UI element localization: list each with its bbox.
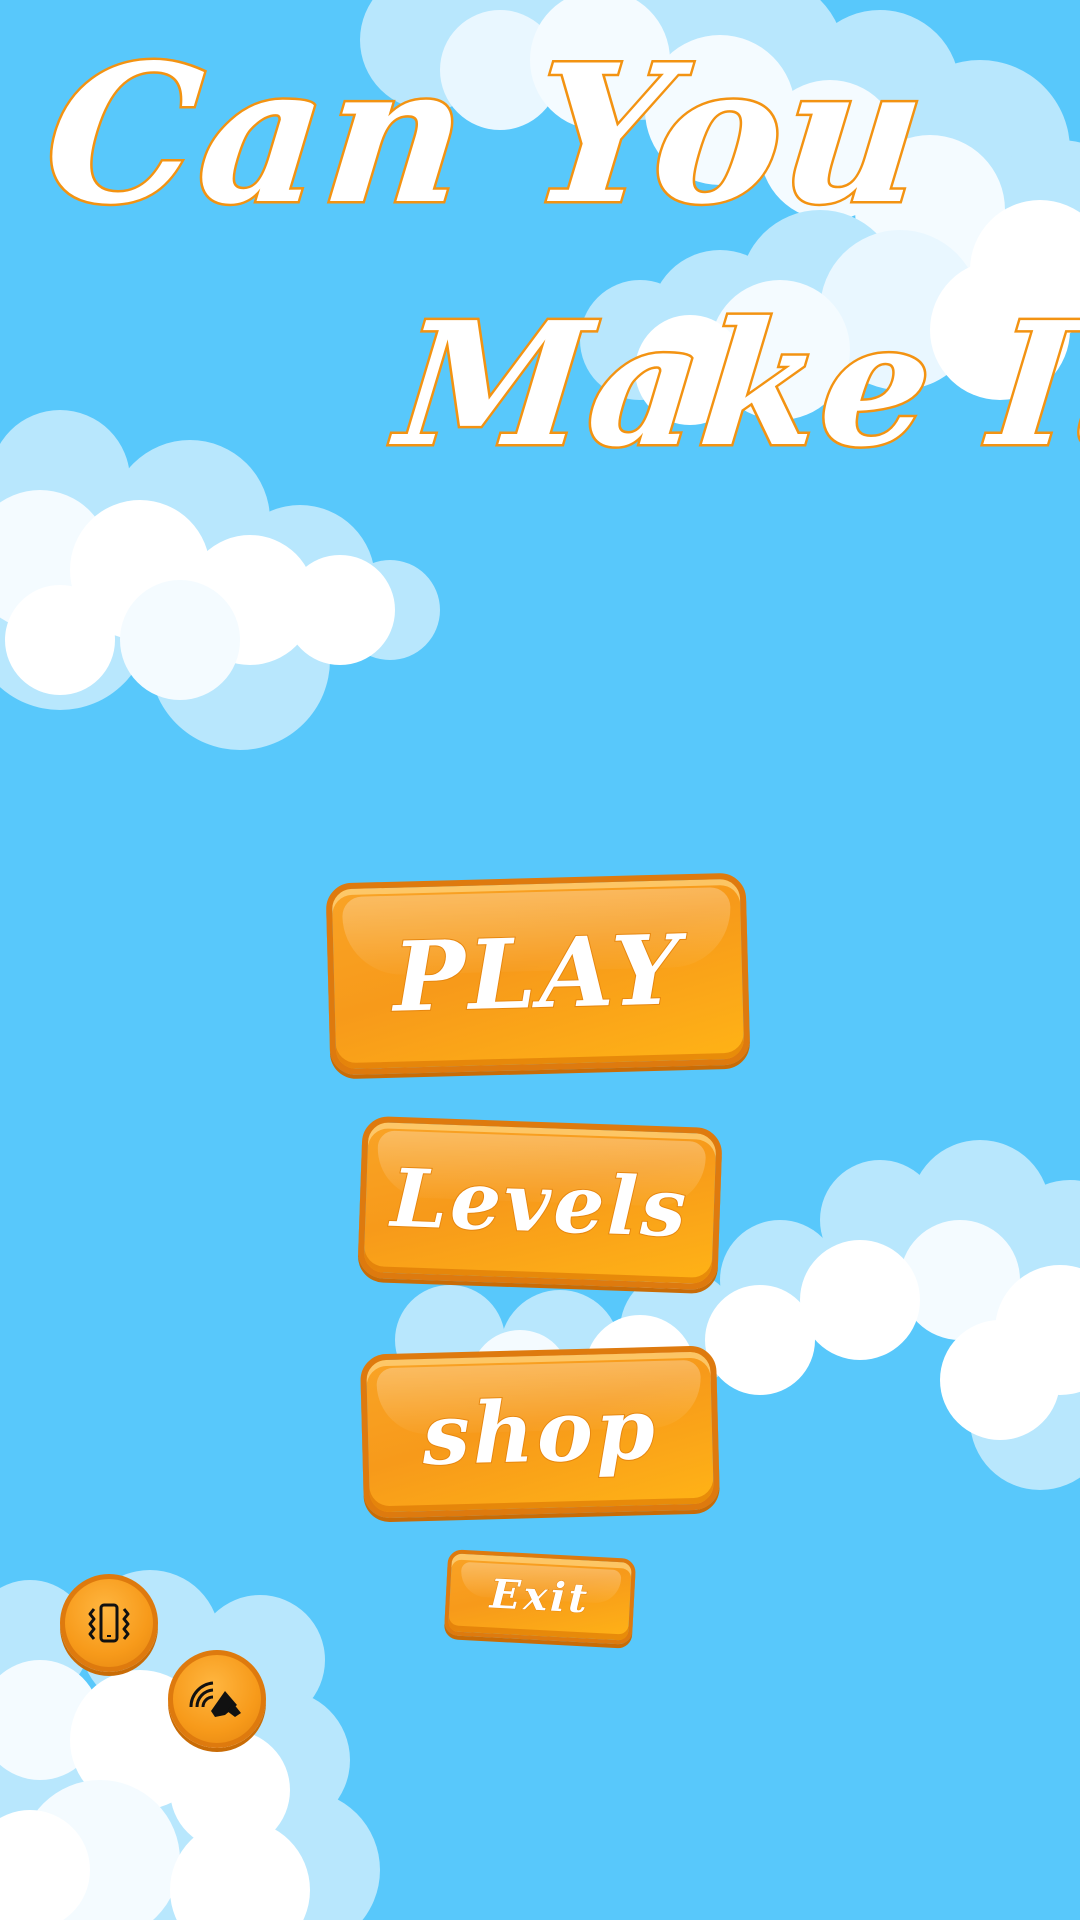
exit-button-label: Exit [488,1570,592,1623]
sound-toggle-button[interactable] [168,1650,266,1748]
play-button-label: PLAY [391,912,686,1035]
game-title-line-2: Make It ? [387,283,1080,488]
levels-button[interactable]: Levels [357,1115,723,1291]
levels-button-label: Levels [388,1150,691,1256]
vibrate-phone-icon [83,1597,135,1649]
game-main-menu: Can You Make It ? PLAY Levels shop Exit [0,0,1080,1920]
play-button[interactable]: PLAY [325,872,751,1076]
exit-button[interactable]: Exit [443,1549,637,1645]
speaker-sound-icon [189,1671,245,1727]
shop-button[interactable]: shop [359,1345,721,1519]
game-title-line-1: Can You [34,21,939,249]
cloud-left-middle [0,410,440,750]
vibrate-toggle-button[interactable] [60,1574,158,1672]
shop-button-label: shop [420,1378,660,1485]
cloud-bottom-left [0,1570,380,1920]
